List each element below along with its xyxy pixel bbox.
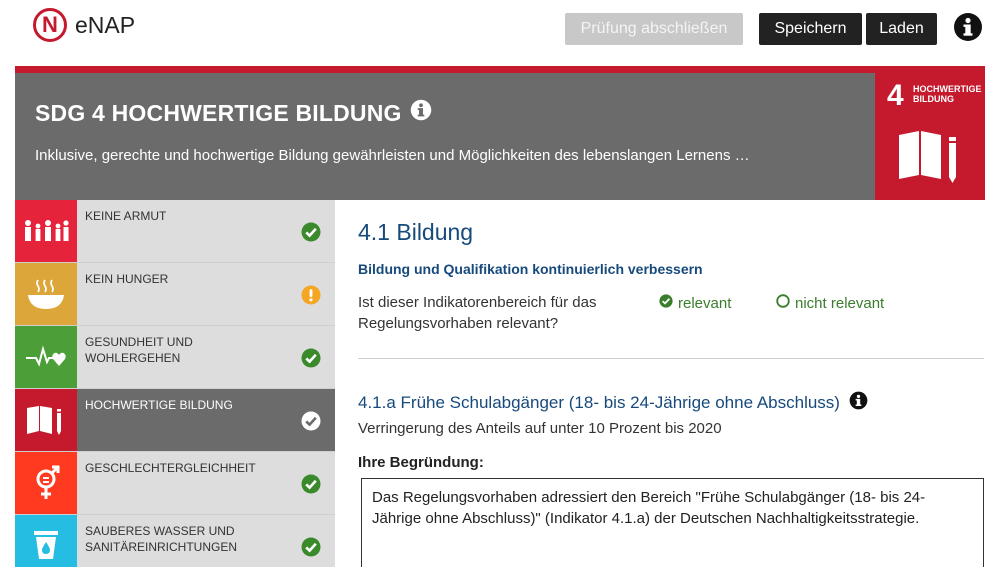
family-icon (15, 200, 77, 262)
check-circle-icon (301, 222, 321, 247)
heartbeat-icon (15, 326, 77, 388)
sdg-tile-label-line1: HOCHWERTIGE (913, 84, 982, 94)
sidebar-item-keine-armut[interactable]: KEINE ARMUT (15, 200, 335, 263)
sidebar-item-label: SAUBERES WASSER UND SANITÄREINRICHTUNGEN (85, 524, 238, 554)
reason-textarea[interactable]: Das Regelungsvorhaben adressiert den Ber… (361, 478, 984, 567)
check-circle-icon (301, 537, 321, 562)
gender-icon (15, 452, 77, 514)
sidebar-item-geschlechtergleichheit[interactable]: GESCHLECHTERGLEICHHEIT (15, 452, 335, 515)
reason-label: Ihre Begründung: (358, 454, 484, 471)
radio-relevant-label: relevant (678, 294, 732, 312)
sidebar-item-kein-hunger[interactable]: KEIN HUNGER (15, 263, 335, 326)
banner-title: SDG 4 HOCHWERTIGE BILDUNG (35, 99, 402, 126)
radio-not-relevant[interactable]: nicht relevant (776, 294, 884, 312)
info-circle-icon[interactable] (953, 12, 983, 47)
sdg-tile-label-line2: BILDUNG (913, 94, 954, 104)
save-button[interactable]: Speichern (759, 13, 862, 45)
radio-unchecked-icon (776, 294, 795, 312)
bowl-icon (15, 263, 77, 325)
sidebar-item-hochwertige-bildung[interactable]: HOCHWERTIGE BILDUNG (15, 389, 335, 452)
sdg-tile-number: 4 (887, 79, 904, 112)
brand-stripe (15, 66, 985, 73)
sidebar-item-label: KEIN HUNGER (85, 272, 169, 286)
check-circle-icon (301, 348, 321, 373)
info-circle-icon[interactable] (849, 391, 868, 415)
main-content: 4.1 Bildung Bildung und Qualifikation ko… (358, 200, 986, 567)
section-subtitle: Bildung und Qualifikation kontinuierlich… (358, 261, 703, 277)
sidebar-item-label: KEINE ARMUT (85, 209, 167, 223)
water-drop-icon (15, 515, 77, 567)
radio-checked-icon (659, 294, 678, 312)
sidebar-item-label: GESUNDHEIT UND WOHLERGEHEN (85, 335, 193, 365)
radio-not-relevant-label: nicht relevant (795, 294, 885, 312)
section-title: 4.1 Bildung (358, 219, 474, 245)
sidebar-item-sauberes-wasser[interactable]: SAUBERES WASSER UND SANITÄREINRICHTUNGEN (15, 515, 335, 567)
top-bar: N eNAP Prüfung abschließen Speichern Lad… (0, 0, 992, 64)
info-circle-icon[interactable] (410, 99, 432, 127)
finish-review-button[interactable]: Prüfung abschließen (565, 13, 743, 45)
app-name: eNAP (75, 11, 136, 38)
sidebar-item-label: GESCHLECHTERGLEICHHEIT (85, 461, 256, 475)
banner-title-row: SDG 4 HOCHWERTIGE BILDUNG (35, 99, 432, 127)
relevance-question: Ist dieser Indikatorenbereich für das Re… (358, 294, 597, 332)
check-circle-icon (301, 411, 321, 436)
book-pencil-icon (897, 129, 963, 188)
sidebar-item-label: HOCHWERTIGE BILDUNG (85, 398, 233, 412)
sdg-goal-tile: 4 HOCHWERTIGE BILDUNG (875, 73, 985, 200)
banner-subtitle: Inklusive, gerechte und hochwertige Bild… (35, 147, 750, 164)
logo-letter: N (33, 8, 67, 42)
check-circle-icon (301, 474, 321, 499)
load-button[interactable]: Laden (866, 13, 937, 45)
sdg-banner: SDG 4 HOCHWERTIGE BILDUNG Inklusive, ger… (15, 73, 875, 200)
sdg-sidebar: KEINE ARMUT KEIN HUNGER GESUNDHEIT UND W… (15, 200, 335, 567)
divider (358, 358, 984, 359)
app-logo[interactable]: N eNAP (33, 8, 135, 42)
sidebar-item-gesundheit[interactable]: GESUNDHEIT UND WOHLERGEHEN (15, 326, 335, 389)
sdg-tile-label: HOCHWERTIGE BILDUNG (913, 84, 982, 104)
radio-relevant[interactable]: relevant (659, 294, 731, 312)
warning-circle-icon (301, 285, 321, 310)
indicator-title: 4.1.a Frühe Schulabgänger (18- bis 24-Jä… (358, 393, 840, 412)
indicator-target: Verringerung des Anteils auf unter 10 Pr… (358, 420, 722, 437)
indicator-title-row: 4.1.a Frühe Schulabgänger (18- bis 24-Jä… (358, 391, 868, 415)
book-pencil-icon (15, 389, 77, 451)
